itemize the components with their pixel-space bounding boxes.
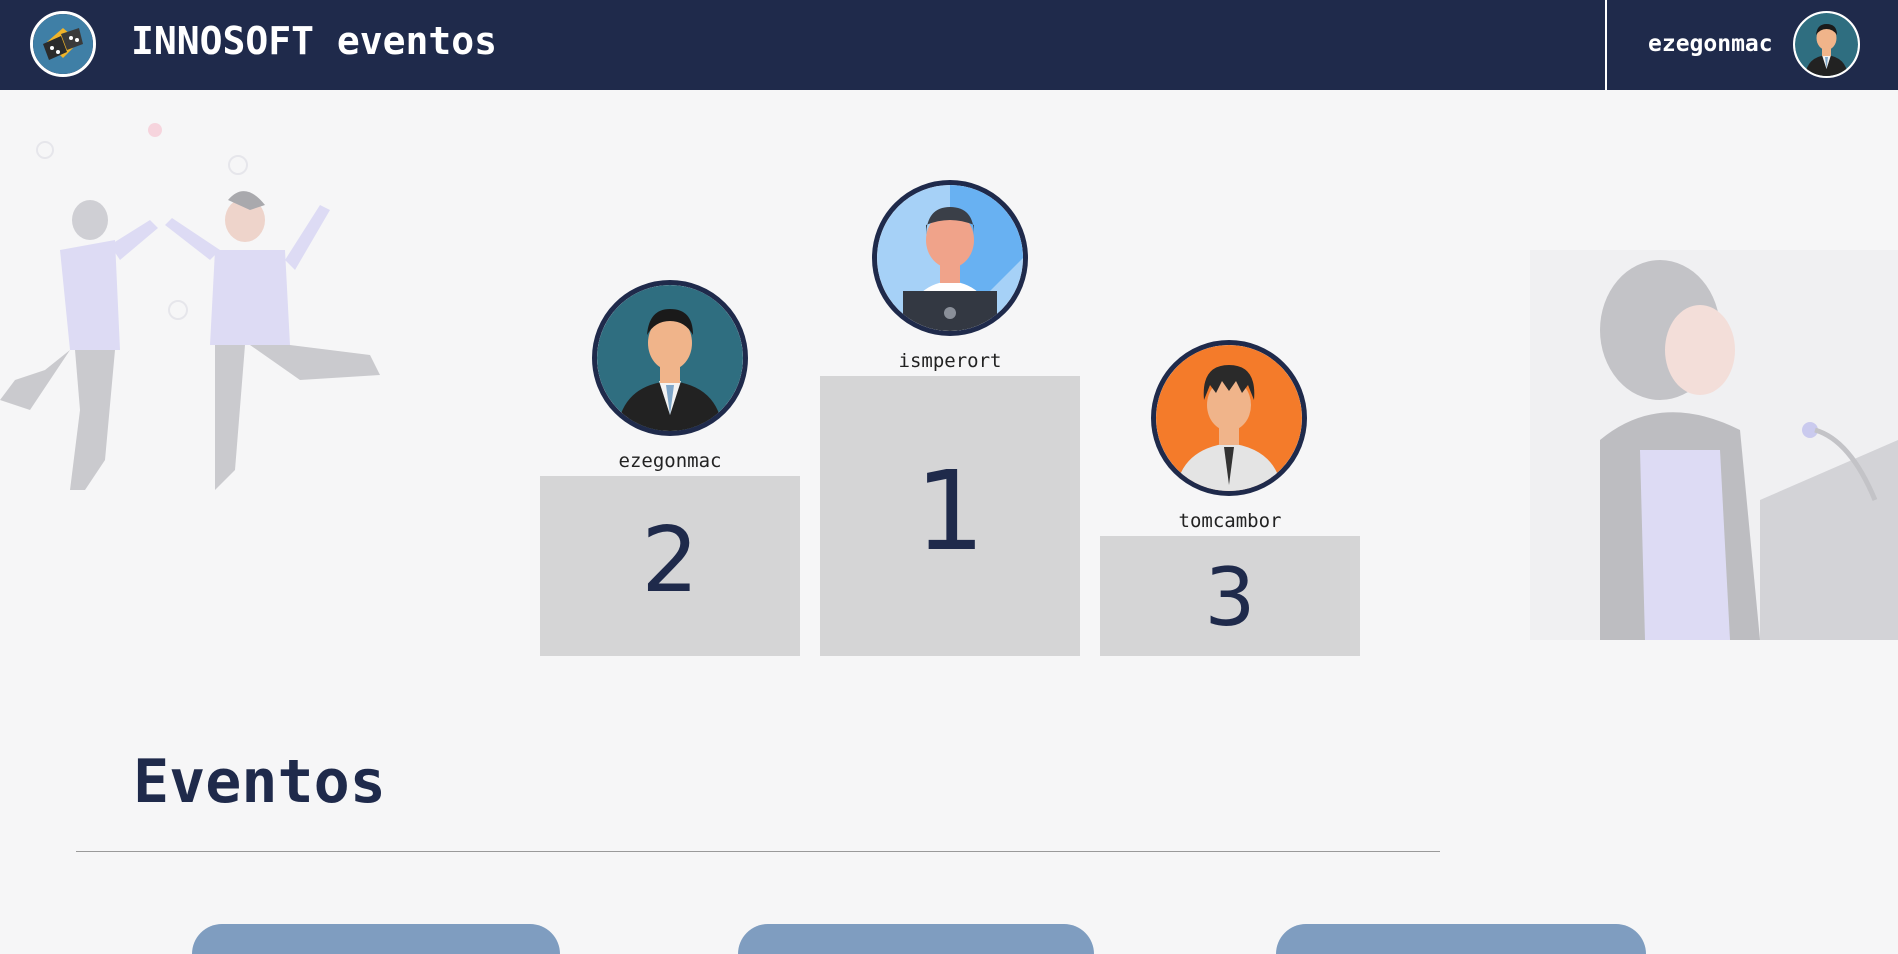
podium-second-username[interactable]: ezegonmac [540,452,800,471]
celebration-illustration [0,123,380,490]
podium-second-block: 2 [540,476,800,656]
top-navbar: INNOSOFT eventos ezegonmac [0,0,1898,90]
dice-logo-icon[interactable] [30,11,96,77]
businessman-avatar-icon[interactable] [592,280,748,436]
podium-first-block: 1 [820,376,1080,656]
section-divider [76,851,1440,852]
event-card[interactable] [192,924,560,954]
office-worker-avatar-icon[interactable] [1151,340,1307,496]
podium-first-username[interactable]: ismperort [820,352,1080,371]
events-section-title: Eventos [133,747,386,817]
podium-third-place: 3 [1204,551,1256,644]
podium-second-place: 2 [641,508,699,613]
app-title[interactable]: INNOSOFT eventos [131,22,497,60]
podium-first-place: 1 [915,447,985,575]
businessman-avatar-icon[interactable] [1793,11,1860,78]
current-user-name[interactable]: ezegonmac [1648,33,1773,56]
nav-divider [1605,0,1607,90]
event-card[interactable] [738,924,1094,954]
speaker-illustration [1530,250,1898,640]
podium-third-block: 3 [1100,536,1360,656]
event-card[interactable] [1276,924,1646,954]
laptop-user-avatar-icon[interactable] [872,180,1028,336]
podium-third-username[interactable]: tomcambor [1100,512,1360,531]
